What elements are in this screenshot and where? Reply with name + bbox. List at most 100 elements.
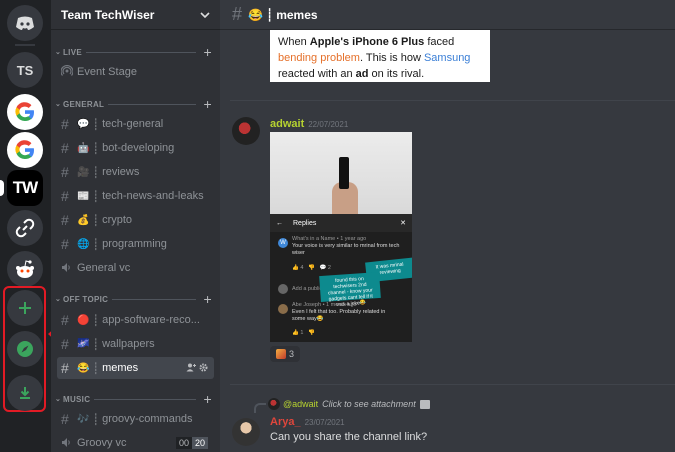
channel-bot-developing[interactable]: # 🤖 ┊ bot-developing	[57, 137, 214, 159]
channel-topbar: # 😂 ┊ memes	[220, 0, 675, 30]
channel-event-stage[interactable]: Event Stage	[57, 61, 214, 83]
channel-label: General vc	[77, 262, 131, 274]
channel-crypto[interactable]: # 💰 ┊ crypto	[57, 209, 214, 231]
meme-image-caption[interactable]: When Apple's iPhone 6 Plus faced bending…	[270, 30, 490, 82]
stage-icon	[60, 64, 75, 80]
channel-separator: ┊	[265, 7, 274, 22]
usb-dongle-shape	[339, 157, 349, 189]
like-count: 4	[300, 265, 304, 271]
category-label: LIVE	[63, 47, 82, 57]
plus-icon[interactable]: +	[204, 44, 212, 60]
server-tw-label: TW	[12, 178, 38, 197]
hashtag-icon: #	[61, 188, 69, 204]
selected-server-pill	[0, 180, 4, 196]
plus-icon	[17, 300, 33, 316]
category-music[interactable]: ⌄ MUSIC +	[55, 391, 212, 407]
channel-separator: ┊	[92, 413, 100, 426]
channel-memes[interactable]: # 😂 ┊ memes	[57, 357, 214, 379]
channel-label: tech-news-and-leaks	[102, 190, 204, 202]
plus-icon[interactable]: +	[204, 96, 212, 112]
replies-title: Replies	[293, 219, 317, 227]
reply-author[interactable]: @adwait	[283, 399, 318, 409]
avatar[interactable]	[232, 418, 260, 446]
server-techwiser[interactable]: TW	[7, 170, 43, 206]
caption-text: Samsung	[423, 52, 471, 64]
reaction-pill[interactable]: 3	[270, 346, 300, 362]
download-icon	[17, 385, 33, 401]
reply-preview[interactable]: Click to see attachment	[322, 399, 416, 409]
reply-reference[interactable]: @adwait Click to see attachment	[254, 398, 430, 413]
server-google-2[interactable]	[7, 132, 43, 168]
channel-label: tech-general	[102, 118, 164, 130]
hashtag-icon: #	[61, 312, 69, 328]
image-icon	[419, 399, 430, 409]
channel-label: groovy-commands	[102, 413, 193, 425]
plus-icon[interactable]: +	[204, 291, 212, 307]
reply-count: 2	[327, 265, 331, 271]
category-general[interactable]: ⌄ GENERAL +	[55, 96, 212, 112]
server-link[interactable]	[7, 210, 43, 246]
speaker-icon	[61, 435, 75, 451]
server-ts-label: TS	[16, 62, 34, 78]
hashtag-icon: #	[61, 164, 69, 180]
guild-name: Team TechWiser	[61, 7, 155, 22]
reddit-alien-icon	[13, 257, 37, 281]
message-author: Arya_ 23/07/2021	[270, 416, 345, 428]
voice-user-count: 00	[175, 437, 192, 449]
channel-groovy-vc[interactable]: Groovy vc 00 20	[57, 432, 214, 452]
server-ts[interactable]: TS	[7, 52, 43, 88]
category-divider	[112, 298, 196, 300]
channel-separator: ┊	[92, 190, 100, 203]
author-name[interactable]: Arya_	[270, 416, 301, 428]
download-apps-button[interactable]	[7, 375, 43, 411]
category-live[interactable]: ⌄ LIVE +	[55, 44, 212, 60]
channel-programming[interactable]: # 🌐 ┊ programming	[57, 233, 214, 255]
add-member-icon[interactable]	[186, 363, 199, 374]
channel-label: wallpapers	[102, 338, 155, 350]
channel-general-vc[interactable]: General vc	[57, 257, 214, 279]
chevron-down-icon: ⌄	[55, 49, 62, 56]
channel-tech-news-and-leaks[interactable]: # 📰 ┊ tech-news-and-leaks	[57, 185, 214, 207]
channel-reviews[interactable]: # 🎥 ┊ reviews	[57, 161, 214, 183]
google-logo-icon	[12, 99, 38, 125]
channel-tools	[186, 363, 208, 374]
category-divider	[94, 398, 196, 400]
discord-home-button[interactable]	[7, 5, 43, 41]
plus-icon[interactable]: +	[204, 391, 212, 407]
channel-emoji: 💰	[77, 214, 90, 226]
hashtag-icon: #	[61, 116, 69, 132]
server-reddit[interactable]	[7, 251, 43, 287]
channel-groovy-commands[interactable]: # 🎶 ┊ groovy-commands	[57, 408, 214, 430]
gear-icon[interactable]	[199, 363, 208, 374]
guild-header[interactable]: Team TechWiser	[51, 0, 220, 30]
hashtag-icon: #	[61, 236, 69, 252]
category-divider	[85, 51, 196, 53]
channel-sidebar: Team TechWiser ⌄ LIVE + Event Stage ⌄ GE…	[51, 0, 220, 452]
channel-label: programming	[102, 238, 167, 250]
channel-title: memes	[276, 7, 318, 22]
category-divider	[108, 103, 196, 105]
comment-actions: 👍 1 👎	[292, 330, 315, 336]
caption-text: faced	[424, 36, 455, 48]
comment-text: Even I felt that too. Probably related i…	[292, 309, 386, 322]
channel-separator: ┊	[92, 118, 100, 131]
server-google-1[interactable]	[7, 94, 43, 130]
channel-tech-general[interactable]: # 💬 ┊ tech-general	[57, 113, 214, 135]
commenter-avatar: W	[278, 238, 288, 248]
add-server-button[interactable]	[7, 290, 43, 326]
discord-logo-icon	[15, 16, 35, 31]
reaction-count: 3	[288, 349, 294, 359]
channel-wallpapers[interactable]: # 🌌 ┊ wallpapers	[57, 333, 214, 355]
hashtag-icon: #	[61, 212, 69, 228]
hashtag-icon: #	[61, 411, 69, 427]
commenter-avatar	[278, 284, 288, 294]
image-attachment[interactable]: ← Replies ✕ W What's in a Name • 1 year …	[270, 132, 412, 342]
avatar[interactable]	[232, 117, 260, 145]
author-name[interactable]: adwait	[270, 118, 304, 130]
category-off-topic[interactable]: ⌄ OFF TOPIC +	[55, 291, 212, 307]
comment-actions: 👍 4 👎 💬 2	[292, 265, 331, 271]
channel-app-software[interactable]: # 🔴 ┊ app-software-reco...	[57, 309, 214, 331]
message-divider	[230, 100, 675, 101]
annotation-sticker: found this on techwisers 2nd channel - k…	[319, 271, 381, 308]
hashtag-icon: #	[61, 336, 69, 352]
